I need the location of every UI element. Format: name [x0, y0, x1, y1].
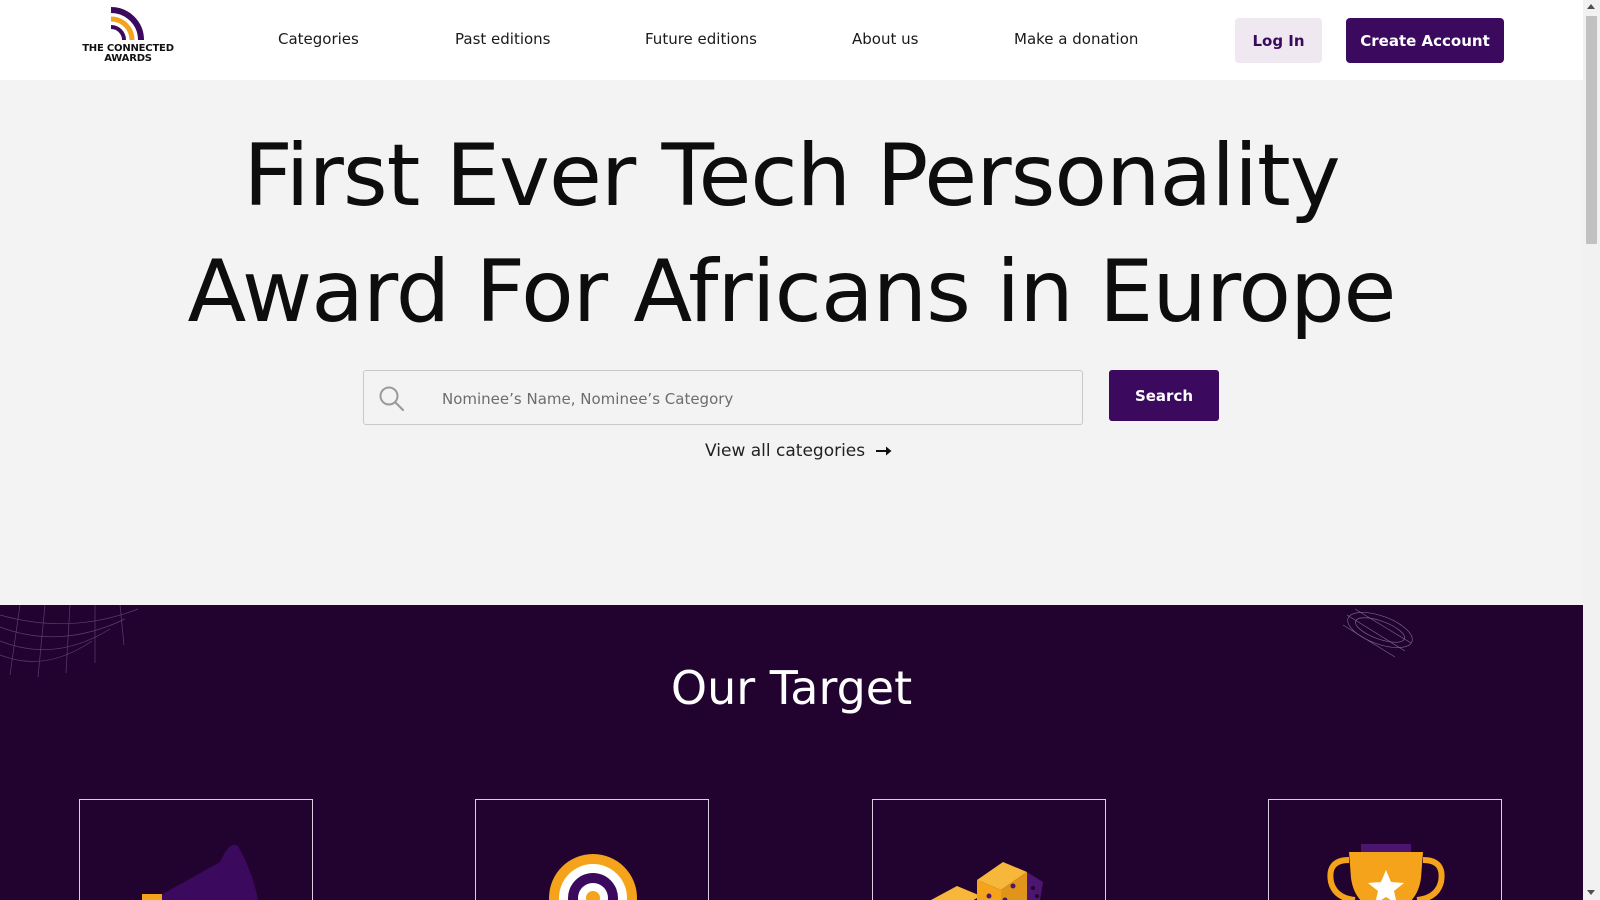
our-target-section: Our Target: [0, 605, 1583, 900]
page: THE CONNECTED AWARDS Categories Past edi…: [0, 0, 1583, 900]
nav-past-editions[interactable]: Past editions: [455, 30, 551, 48]
target-card-3: [872, 799, 1106, 900]
view-all-categories-label: View all categories: [705, 441, 866, 461]
target-icon: [549, 854, 637, 900]
nav-future-editions[interactable]: Future editions: [645, 30, 757, 48]
nav-about-us[interactable]: About us: [852, 30, 918, 48]
trophy-icon: [1327, 844, 1445, 900]
logo-arcs-icon: [110, 7, 144, 41]
our-target-title: Our Target: [670, 661, 913, 715]
scroll-up-arrow-icon[interactable]: [1587, 4, 1595, 9]
mesh-decoration-right-icon: [1342, 608, 1413, 658]
scroll-down-arrow-icon[interactable]: [1587, 890, 1595, 895]
logo[interactable]: THE CONNECTED AWARDS: [78, 6, 178, 66]
dice-icon: [931, 862, 1043, 900]
create-account-button[interactable]: Create Account: [1346, 18, 1504, 63]
target-card-4: [1268, 799, 1502, 900]
nav-categories[interactable]: Categories: [278, 30, 359, 48]
nav-make-donation[interactable]: Make a donation: [1014, 30, 1138, 48]
search-input[interactable]: [440, 371, 1064, 426]
scrollbar-thumb[interactable]: [1586, 16, 1597, 244]
site-header: THE CONNECTED AWARDS Categories Past edi…: [0, 0, 1583, 80]
search-box: [363, 370, 1083, 426]
search-icon: [379, 386, 405, 412]
logo-text: THE CONNECTED AWARDS: [82, 43, 174, 64]
page-scrollbar[interactable]: [1583, 0, 1600, 900]
arrow-right-icon: [876, 446, 892, 456]
hero-title-line-1: First Ever Tech Personality: [243, 126, 1340, 226]
hero-title: First Ever Tech Personality Award For Af…: [0, 118, 1583, 350]
login-button[interactable]: Log In: [1235, 18, 1322, 63]
view-all-categories-link[interactable]: View all categories: [705, 441, 893, 461]
search-button[interactable]: Search: [1109, 370, 1219, 421]
hero-title-line-2: Award For Africans in Europe: [187, 242, 1397, 342]
megaphone-icon: [142, 844, 258, 900]
target-card-2: [475, 799, 709, 900]
target-card-1: [79, 799, 313, 900]
